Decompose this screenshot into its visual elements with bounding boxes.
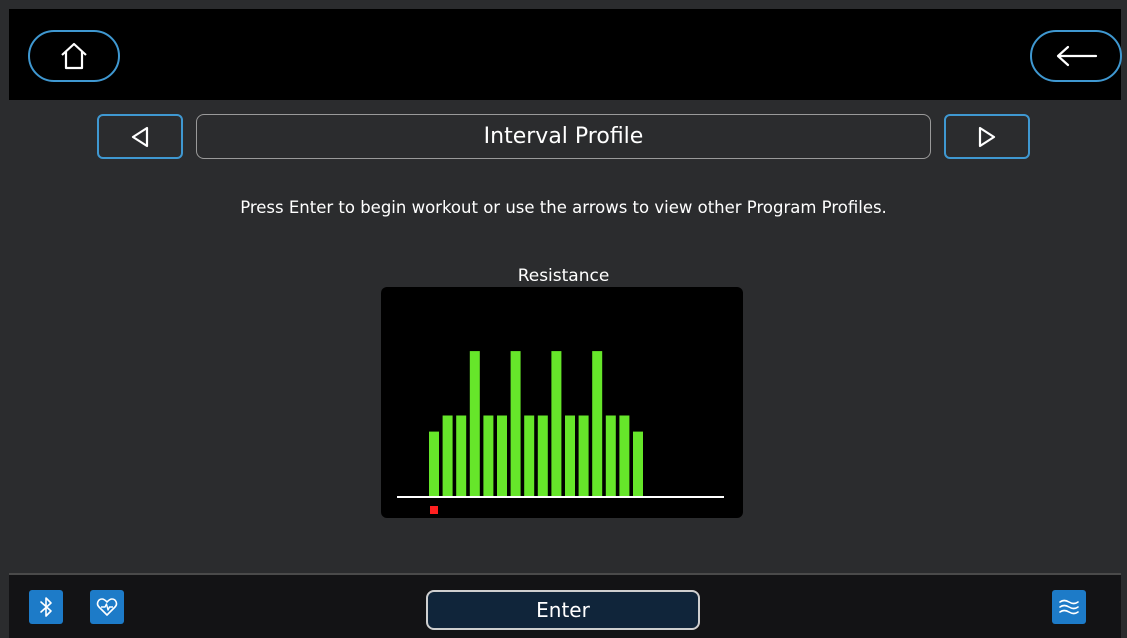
triangle-left-icon bbox=[131, 126, 149, 147]
resistance-bar bbox=[592, 351, 603, 496]
chart-title: Resistance bbox=[517, 266, 610, 286]
resistance-chart-panel bbox=[381, 287, 743, 518]
arrow-left-icon bbox=[1056, 45, 1098, 67]
resistance-bar bbox=[565, 415, 575, 496]
resistance-chart bbox=[397, 351, 724, 514]
bluetooth-icon bbox=[40, 597, 52, 617]
resistance-bar bbox=[578, 415, 589, 496]
resistance-bar bbox=[483, 415, 494, 496]
resistance-bar bbox=[551, 351, 562, 496]
triangle-right-icon bbox=[978, 126, 996, 147]
resistance-bar bbox=[605, 415, 616, 496]
resistance-bar bbox=[510, 351, 521, 496]
profile-title: Interval Profile bbox=[196, 114, 931, 159]
home-button[interactable] bbox=[28, 30, 120, 82]
resistance-bar bbox=[524, 415, 535, 496]
current-position-marker bbox=[430, 506, 438, 514]
back-button[interactable] bbox=[1030, 30, 1122, 82]
resistance-bar bbox=[469, 351, 480, 496]
top-bar bbox=[9, 9, 1122, 100]
wave-menu-icon bbox=[1059, 599, 1079, 615]
resistance-bar bbox=[442, 415, 453, 496]
heart-rate-button[interactable] bbox=[90, 590, 124, 624]
resistance-bar bbox=[537, 415, 548, 496]
bluetooth-button[interactable] bbox=[29, 590, 63, 624]
previous-profile-button[interactable] bbox=[97, 114, 183, 159]
resistance-bar bbox=[633, 431, 643, 496]
next-profile-button[interactable] bbox=[944, 114, 1030, 159]
heart-rate-icon bbox=[96, 598, 118, 616]
resistance-bar bbox=[456, 415, 467, 496]
home-icon bbox=[61, 42, 87, 70]
enter-button[interactable]: Enter bbox=[426, 590, 700, 630]
wave-menu-button[interactable] bbox=[1052, 590, 1086, 624]
resistance-bar bbox=[497, 415, 507, 496]
instructions-text: Press Enter to begin workout or use the … bbox=[240, 198, 887, 217]
resistance-bar bbox=[429, 431, 439, 496]
resistance-bar bbox=[619, 415, 630, 496]
